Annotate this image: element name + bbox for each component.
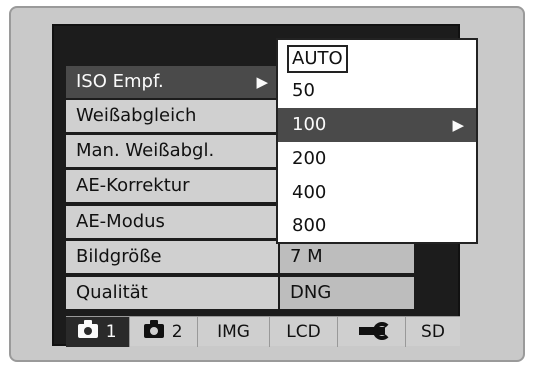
tab-lcd[interactable]: LCD [270,317,338,347]
wrench-icon [358,322,391,340]
menu-item-ae-correction[interactable]: AE-Korrektur [66,170,278,202]
iso-option-400[interactable]: 400 [278,176,476,210]
iso-option-label: 200 [292,148,327,169]
menu-item-label: AE-Korrektur [76,175,190,196]
menu-item-label: Qualität [76,282,148,303]
iso-option-100[interactable]: 100 ▶ [278,108,476,142]
tab-camera-1[interactable]: 1 [66,317,130,347]
iso-option-label: 800 [292,215,327,236]
iso-option-label: AUTO [287,45,348,73]
tab-label: LCD [286,322,321,342]
menu-item-label: Weißabgleich [76,105,197,126]
submenu-arrow-icon: ▶ [452,116,464,134]
tab-label: SD [421,322,445,342]
iso-option-label: 400 [292,182,327,203]
menu-item-label: AE-Modus [76,211,165,232]
menu-item-ae-mode[interactable]: AE-Modus [66,206,278,238]
image-size-value: 7 M [280,241,414,273]
tab-img[interactable]: IMG [198,317,270,347]
menu-item-image-size[interactable]: Bildgröße [66,241,278,273]
iso-option-800[interactable]: 800 [278,209,476,243]
quality-value: DNG [280,277,414,309]
iso-option-label: 50 [292,80,315,101]
menu-item-manual-white-balance[interactable]: Man. Weißabgl. [66,135,278,167]
submenu-arrow-icon: ▶ [256,73,268,91]
menu-item-quality[interactable]: Qualität [66,277,278,309]
menu-item-label: Bildgröße [76,246,162,267]
iso-options-popup: AUTO 50 100 ▶ 200 400 800 [276,38,478,244]
camera-icon [144,320,165,338]
iso-option-label: 100 [292,114,327,135]
tab-sd[interactable]: SD [406,317,460,347]
tab-label: 1 [105,322,117,342]
camera-icon [78,320,99,338]
tab-label: IMG [217,322,250,342]
menu-item-iso[interactable]: ISO Empf. ▶ [66,66,278,98]
tab-camera-2[interactable]: 2 [130,317,198,347]
iso-option-50[interactable]: 50 [278,74,476,108]
menu-item-white-balance[interactable]: Weißabgleich [66,100,278,132]
tab-label: 2 [171,322,183,342]
iso-option-auto[interactable]: AUTO [278,42,476,76]
tab-setup[interactable] [338,317,406,347]
menu-item-label: ISO Empf. [76,71,164,92]
iso-option-200[interactable]: 200 [278,142,476,176]
menu-tab-bar: 1 2 IMG LCD SD [66,316,460,347]
menu-item-label: Man. Weißabgl. [76,140,215,161]
